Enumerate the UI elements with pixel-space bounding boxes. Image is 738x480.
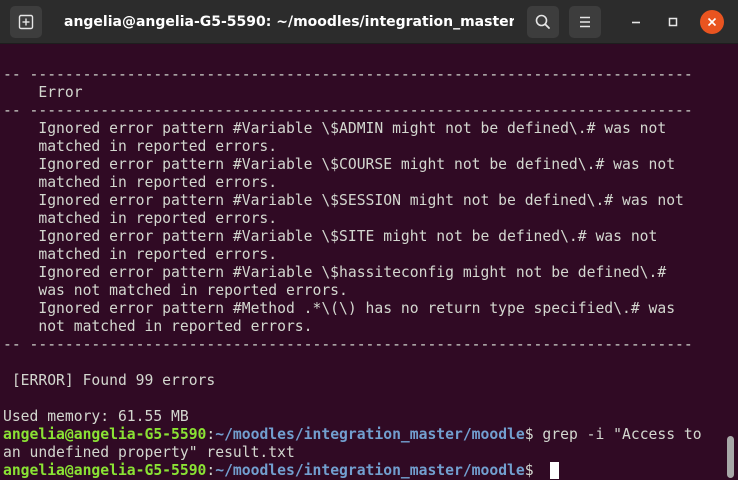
close-icon	[707, 17, 717, 27]
error-heading: Error	[3, 84, 83, 101]
output-line: Ignored error pattern #Variable \$SITE m…	[3, 228, 658, 245]
output-line: Ignored error pattern #Variable \$ADMIN …	[3, 120, 667, 137]
output-line: matched in reported errors.	[3, 174, 278, 191]
error-summary: [ERROR] Found 99 errors	[3, 372, 216, 389]
search-button[interactable]	[527, 6, 559, 38]
prompt-path: ~/moodles/integration_master/moodle	[215, 462, 525, 479]
window-title: angelia@angelia-G5-5590: ~/moodles/integ…	[64, 14, 514, 30]
terminal-window: angelia@angelia-G5-5590: ~/moodles/integ…	[0, 0, 738, 480]
command-continuation: an undefined property" result.txt	[3, 444, 295, 461]
menu-button[interactable]	[569, 6, 601, 38]
prompt-line: angelia@angelia-G5-5590:~/moodles/integr…	[3, 426, 702, 444]
separator-line: -- -------------------------------------…	[3, 66, 693, 83]
prompt-line: angelia@angelia-G5-5590:~/moodles/integr…	[3, 462, 542, 480]
command-text: grep -i "Access to	[533, 426, 702, 443]
maximize-button[interactable]	[661, 10, 685, 34]
memory-usage: Used memory: 61.55 MB	[3, 408, 189, 425]
output-line: was not matched in reported errors.	[3, 282, 348, 299]
prompt-separator: :	[206, 426, 216, 443]
output-line: Ignored error pattern #Method .*\(\) has…	[3, 300, 676, 317]
output-line: Ignored error pattern #Variable \$SESSIO…	[3, 192, 684, 209]
new-tab-icon	[18, 14, 34, 30]
maximize-icon	[668, 17, 678, 27]
minimize-icon	[632, 21, 640, 24]
output-line: Ignored error pattern #Variable \$hassit…	[3, 264, 667, 281]
prompt-symbol: $	[524, 462, 543, 479]
prompt-symbol: $	[524, 426, 534, 443]
text-cursor	[550, 462, 559, 479]
minimize-button[interactable]	[624, 10, 648, 34]
output-line: not matched in reported errors.	[3, 318, 313, 335]
terminal-output[interactable]: -- -------------------------------------…	[0, 48, 726, 480]
close-button[interactable]	[700, 10, 724, 34]
separator-line: -- -------------------------------------…	[3, 102, 693, 119]
title-bar: angelia@angelia-G5-5590: ~/moodles/integ…	[0, 0, 738, 44]
output-line: matched in reported errors.	[3, 138, 278, 155]
prompt-path: ~/moodles/integration_master/moodle	[215, 426, 525, 443]
scrollbar-thumb[interactable]	[727, 436, 734, 478]
hamburger-menu-icon	[580, 16, 590, 28]
output-line: matched in reported errors.	[3, 210, 278, 227]
prompt-user: angelia@angelia-G5-5590	[3, 426, 207, 443]
prompt-separator: :	[206, 462, 216, 479]
search-icon	[535, 14, 550, 29]
output-line: Ignored error pattern #Variable \$COURSE…	[3, 156, 676, 173]
new-tab-button[interactable]	[10, 6, 42, 38]
prompt-user: angelia@angelia-G5-5590	[3, 462, 207, 479]
output-line: matched in reported errors.	[3, 246, 278, 263]
separator-line: -- -------------------------------------…	[3, 336, 693, 353]
